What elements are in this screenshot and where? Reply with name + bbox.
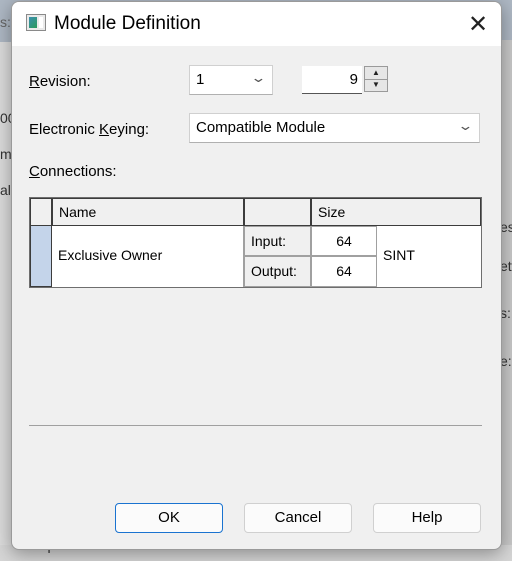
cancel-button[interactable]: Cancel bbox=[244, 503, 352, 533]
module-definition-dialog: Module Definition ✕ Revision: 1 ⌄ 9 ▲ ▼ … bbox=[11, 1, 502, 550]
connection-name[interactable]: Exclusive Owner bbox=[52, 226, 244, 287]
spin-down-icon[interactable]: ▼ bbox=[365, 79, 387, 91]
output-label: Output: bbox=[244, 256, 311, 287]
column-header-size[interactable]: Size bbox=[311, 198, 481, 226]
data-type-cell[interactable]: SINT bbox=[377, 226, 481, 287]
dialog-titlebar[interactable]: Module Definition ✕ bbox=[12, 2, 501, 46]
separator-line bbox=[29, 425, 482, 426]
chevron-down-icon: ⌄ bbox=[250, 70, 267, 85]
ok-button[interactable]: OK bbox=[115, 503, 223, 533]
background-text: s: bbox=[0, 14, 11, 30]
row-header-corner bbox=[30, 198, 52, 226]
revision-minor-value: 9 bbox=[349, 71, 358, 88]
chevron-down-icon: ⌄ bbox=[457, 118, 474, 133]
revision-major-select[interactable]: 1 ⌄ bbox=[189, 65, 273, 95]
connections-label: Connections: bbox=[29, 163, 117, 180]
input-size-cell[interactable]: 64 bbox=[311, 226, 377, 256]
revision-label: Revision: bbox=[29, 73, 91, 90]
connections-grid: Name Size Exclusive Owner Input: Output:… bbox=[29, 197, 482, 288]
row-selector[interactable] bbox=[30, 226, 52, 287]
revision-minor-input[interactable]: 9 bbox=[302, 66, 362, 94]
close-button[interactable]: ✕ bbox=[455, 2, 501, 46]
column-header-name[interactable]: Name bbox=[52, 198, 244, 226]
output-size-cell[interactable]: 64 bbox=[311, 256, 377, 287]
close-icon: ✕ bbox=[467, 10, 489, 38]
background-text: m bbox=[0, 146, 12, 162]
column-header-blank bbox=[244, 198, 311, 226]
electronic-keying-value: Compatible Module bbox=[196, 119, 326, 136]
module-window-icon bbox=[26, 14, 46, 31]
revision-major-value: 1 bbox=[196, 71, 205, 88]
input-label: Input: bbox=[244, 226, 311, 256]
revision-minor-spinner[interactable]: ▲ ▼ bbox=[364, 66, 388, 92]
electronic-keying-label: Electronic Keying: bbox=[29, 121, 150, 138]
dialog-title: Module Definition bbox=[54, 13, 201, 34]
electronic-keying-select[interactable]: Compatible Module ⌄ bbox=[189, 113, 480, 143]
help-button[interactable]: Help bbox=[373, 503, 481, 533]
